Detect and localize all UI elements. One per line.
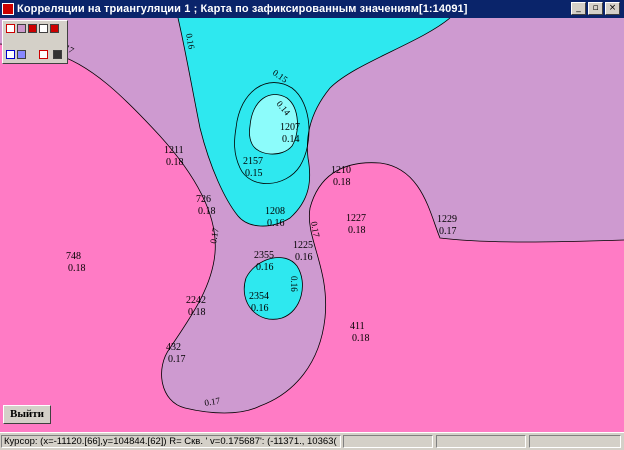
well-id-label: 1211 bbox=[164, 145, 184, 156]
pan-icon[interactable] bbox=[39, 24, 48, 33]
fit-icon[interactable] bbox=[28, 24, 37, 33]
well-id-label: 411 bbox=[350, 321, 365, 332]
app-icon bbox=[2, 3, 14, 15]
well-value-label: 0.18 bbox=[68, 263, 86, 274]
select-icon[interactable] bbox=[17, 50, 26, 59]
contour-map-canvas[interactable]: 12070.1421570.1512110.187260.18 12080.161… bbox=[0, 18, 624, 432]
well-id-label: 2242 bbox=[186, 295, 206, 306]
well-value-label: 0.18 bbox=[333, 177, 351, 188]
map-toolbar bbox=[2, 20, 68, 64]
center-icon[interactable] bbox=[39, 50, 48, 59]
close-button[interactable]: × bbox=[605, 2, 620, 15]
well-id-label: 1227 bbox=[346, 213, 366, 224]
well-id-label: 2157 bbox=[243, 156, 263, 167]
well-id-label: 1225 bbox=[293, 240, 313, 251]
well-value-label: 0.16 bbox=[267, 218, 285, 229]
well-id-label: 1207 bbox=[280, 122, 300, 133]
window-title: Корреляции на триангуляции 1 ; Карта по … bbox=[17, 3, 468, 15]
well-id-label: 1210 bbox=[331, 165, 351, 176]
layers-icon[interactable] bbox=[50, 24, 59, 33]
well-id-label: 726 bbox=[196, 194, 211, 205]
restore-button[interactable]: ▫ bbox=[588, 2, 603, 15]
minimize-button[interactable]: _ bbox=[571, 2, 586, 15]
status-pane-2 bbox=[343, 435, 433, 448]
grid-icon[interactable] bbox=[6, 50, 15, 59]
contour-value-label: 0.16 bbox=[289, 276, 299, 292]
well-id-label: 2355 bbox=[254, 250, 274, 261]
well-value-label: 0.17 bbox=[439, 226, 457, 237]
well-value-label: 0.18 bbox=[352, 333, 370, 344]
well-value-label: 0.16 bbox=[295, 252, 313, 263]
well-value-label: 0.18 bbox=[188, 307, 206, 318]
well-value-label: 0.18 bbox=[166, 157, 184, 168]
well-value-label: 0.18 bbox=[198, 206, 216, 217]
well-value-label: 0.15 bbox=[245, 168, 263, 179]
status-pane-4 bbox=[529, 435, 621, 448]
zoom-out-icon[interactable] bbox=[17, 24, 26, 33]
well-value-label: 0.17 bbox=[168, 354, 186, 365]
well-value-label: 0.16 bbox=[256, 262, 274, 273]
well-id-label: 1229 bbox=[437, 214, 457, 225]
well-value-label: 0.14 bbox=[282, 134, 300, 145]
well-value-label: 0.16 bbox=[251, 303, 269, 314]
well-id-label: 748 bbox=[66, 251, 81, 262]
contour-map[interactable]: 1207 0.14 2157 0.15 1211 0.18 726 0.18 1208 0.16 1… bbox=[0, 18, 624, 432]
well-id-label: 1208 bbox=[265, 206, 285, 217]
zoom-in-icon[interactable] bbox=[6, 24, 15, 33]
title-bar: Корреляции на триангуляции 1 ; Карта по … bbox=[0, 0, 624, 18]
status-bar: Курсор: (x=-11120.[66],y=104844.[62]) R=… bbox=[0, 432, 624, 450]
print-icon[interactable] bbox=[53, 50, 62, 59]
cursor-status: Курсор: (x=-11120.[66],y=104844.[62]) R=… bbox=[1, 435, 341, 448]
status-pane-3 bbox=[436, 435, 526, 448]
window-controls: _ ▫ × bbox=[571, 2, 620, 15]
well-id-label: 432 bbox=[166, 342, 181, 353]
exit-button[interactable]: Выйти bbox=[3, 405, 51, 424]
well-id-label: 2354 bbox=[249, 291, 269, 302]
well-value-label: 0.18 bbox=[348, 225, 366, 236]
